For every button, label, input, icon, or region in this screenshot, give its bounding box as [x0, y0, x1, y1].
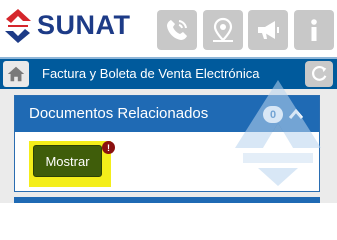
announcements-button[interactable] — [248, 10, 288, 50]
page-title: Factura y Boleta de Venta Electrónica — [42, 66, 260, 81]
info-icon — [311, 19, 317, 41]
refresh-icon — [312, 65, 327, 81]
home-button[interactable] — [3, 61, 29, 87]
location-button[interactable] — [203, 10, 243, 50]
alert-badge: ! — [102, 141, 115, 154]
next-panel-header[interactable] — [14, 197, 320, 203]
title-bar: Factura y Boleta de Venta Electrónica — [0, 57, 337, 89]
megaphone-icon — [258, 21, 279, 39]
main-content: Documentos Relacionados 0 Mostrar ! — [0, 89, 337, 203]
related-documents-panel: Documentos Relacionados 0 Mostrar ! — [14, 95, 320, 192]
home-icon — [7, 66, 25, 82]
panel-title: Documentos Relacionados — [29, 105, 209, 122]
brand-name: SUNAT — [37, 10, 131, 40]
sunat-logo-icon — [5, 9, 31, 43]
app-header: SUNAT — [0, 0, 337, 56]
show-button[interactable]: Mostrar — [33, 145, 102, 177]
count-badge: 0 — [263, 106, 283, 123]
chevron-up-icon[interactable] — [289, 108, 303, 120]
info-button[interactable] — [294, 10, 334, 50]
panel-header[interactable]: Documentos Relacionados 0 — [15, 96, 319, 132]
call-button[interactable] — [157, 10, 197, 50]
refresh-button[interactable] — [305, 61, 333, 87]
phone-icon — [167, 20, 187, 40]
map-pin-icon — [213, 17, 233, 42]
